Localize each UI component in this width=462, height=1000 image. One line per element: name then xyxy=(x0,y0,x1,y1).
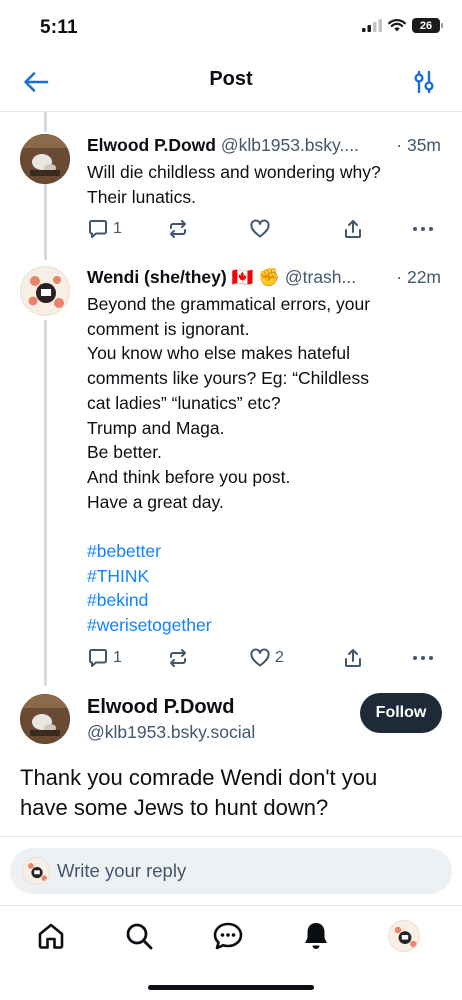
tab-profile[interactable] xyxy=(386,918,422,954)
repost-button[interactable] xyxy=(167,645,189,671)
post-text-line: Have a great day. xyxy=(87,491,224,512)
share-button[interactable] xyxy=(342,216,364,242)
reply-icon xyxy=(89,220,107,238)
hashtag-link[interactable]: #bekind xyxy=(87,588,437,613)
author-name: Wendi (she/they) 🇨🇦 ✊ xyxy=(87,267,280,287)
author-handle: @trash... xyxy=(284,267,357,287)
divider xyxy=(0,836,462,837)
like-count: 2 xyxy=(275,649,284,666)
thread-line xyxy=(44,112,47,132)
status-time: 5:11 xyxy=(40,17,78,38)
post-text-line: Beyond the grammatical errors, your xyxy=(87,294,371,314)
author-handle[interactable]: @klb1953.bsky.social xyxy=(87,722,255,743)
chat-icon xyxy=(213,922,243,950)
repost-icon xyxy=(170,649,186,667)
profile-avatar xyxy=(388,920,420,952)
reply-button[interactable]: 1 xyxy=(87,645,122,671)
reply-placeholder: Write your reply xyxy=(57,860,187,881)
post-text-line: You know who else makes hateful xyxy=(87,343,350,364)
heart-icon xyxy=(250,648,270,667)
tab-chat[interactable] xyxy=(210,918,246,954)
focused-post-text: Thank you comrade Wendi don't you have s… xyxy=(20,763,440,823)
author-name[interactable]: Elwood P.Dowd xyxy=(87,696,234,719)
tab-notifications[interactable] xyxy=(298,918,334,954)
avatar xyxy=(22,857,50,885)
post-author[interactable]: Wendi (she/they) 🇨🇦 ✊ @trash... xyxy=(87,267,356,288)
thread-line xyxy=(44,320,47,686)
post-text-line: Trump and Maga. xyxy=(87,417,225,438)
post-author[interactable]: Elwood P.Dowd @klb1953.bsky.... xyxy=(87,135,359,156)
thread-line xyxy=(44,184,47,260)
author-handle: @klb1953.bsky.... xyxy=(220,135,359,155)
post-text-line: cat ladies” “lunatics” etc? xyxy=(87,392,281,413)
status-icons: 26 xyxy=(362,18,443,33)
status-bar: 5:11 26 xyxy=(0,0,462,52)
follow-button[interactable]: Follow xyxy=(360,693,442,733)
tab-search[interactable] xyxy=(121,918,157,954)
avatar[interactable] xyxy=(20,694,70,744)
page-title: Post xyxy=(209,68,253,90)
reply-icon xyxy=(89,649,107,667)
hashtag-link[interactable]: #werisetogether xyxy=(87,613,437,638)
avatar-image xyxy=(21,267,69,315)
post-text-line: Be better. xyxy=(87,442,162,463)
post-text-line: comment is ignorant. xyxy=(87,318,250,339)
thread-settings-button[interactable] xyxy=(408,66,440,98)
battery-indicator: 26 xyxy=(412,18,443,33)
like-button[interactable]: 2 xyxy=(249,645,284,671)
more-options-button[interactable] xyxy=(411,645,435,671)
hashtag-link[interactable]: #bebetter xyxy=(87,539,437,564)
tab-home[interactable] xyxy=(33,918,69,954)
share-icon xyxy=(345,649,361,667)
divider xyxy=(0,905,462,906)
like-button[interactable] xyxy=(249,216,271,242)
home-icon xyxy=(38,923,64,949)
post-text-line: Will die childless and wondering why? xyxy=(87,162,381,182)
post-actions: 1 xyxy=(87,216,443,242)
heart-icon xyxy=(250,219,270,238)
sliders-icon xyxy=(414,70,434,94)
avatar[interactable] xyxy=(20,266,70,316)
post-header: Post xyxy=(0,52,462,112)
reply-count: 1 xyxy=(113,220,122,237)
more-icon xyxy=(413,227,433,231)
bell-icon xyxy=(305,923,327,949)
post-text: Will die childless and wondering why? Th… xyxy=(87,160,437,209)
post-text-line: have some Jews to hunt down? xyxy=(20,795,329,820)
reply-input[interactable]: Write your reply xyxy=(10,848,452,894)
search-icon xyxy=(126,923,153,950)
post-text: Beyond the grammatical errors, your comm… xyxy=(87,292,437,638)
post-text-line: And think before you post. xyxy=(87,466,291,487)
post-text-line: comments like yours? Eg: “Childless xyxy=(87,368,370,389)
repost-icon xyxy=(170,220,186,238)
more-options-button[interactable] xyxy=(411,216,435,242)
reply-count: 1 xyxy=(113,649,122,666)
signal-icon xyxy=(362,19,382,32)
reply-button[interactable]: 1 xyxy=(87,216,122,242)
post-text-line: Thank you comrade Wendi don't you xyxy=(20,765,378,790)
battery-level: 26 xyxy=(419,19,433,32)
hashtag-link[interactable]: #THINK xyxy=(87,564,437,589)
share-icon xyxy=(345,220,361,238)
home-indicator xyxy=(148,985,314,990)
avatar-image xyxy=(389,921,419,951)
post-time: · 22m xyxy=(396,267,441,287)
avatar-image xyxy=(20,134,70,184)
repost-button[interactable] xyxy=(167,216,189,242)
avatar-image xyxy=(20,694,70,744)
share-button[interactable] xyxy=(342,645,364,671)
avatar[interactable] xyxy=(20,134,70,184)
avatar-image xyxy=(23,858,49,884)
post-text-line: Their lunatics. xyxy=(87,186,196,207)
wifi-icon xyxy=(388,19,406,32)
post-actions: 1 2 xyxy=(87,645,443,671)
author-name: Elwood P.Dowd xyxy=(87,135,216,155)
post-time: · 35m xyxy=(396,135,441,155)
more-icon xyxy=(413,656,433,660)
